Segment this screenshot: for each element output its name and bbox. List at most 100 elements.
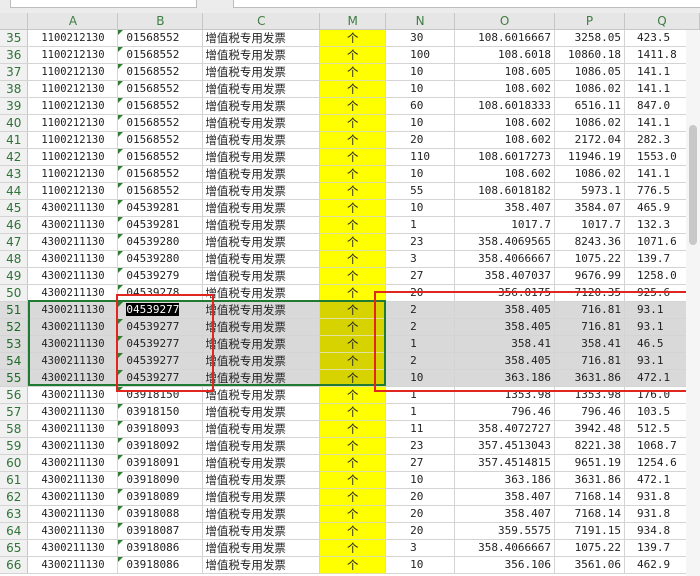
cell-a[interactable]: 1100212130 bbox=[27, 63, 119, 81]
column-header-p[interactable]: P bbox=[554, 13, 625, 30]
row-header[interactable]: 45 bbox=[0, 199, 29, 217]
cell-o[interactable]: 1353.98 bbox=[454, 386, 556, 404]
cell-o[interactable]: 108.6018182 bbox=[454, 182, 556, 200]
cell-a[interactable]: 4300211130 bbox=[27, 522, 119, 540]
row-header[interactable]: 40 bbox=[0, 114, 29, 132]
cell-o[interactable]: 1017.7 bbox=[454, 216, 556, 234]
cell-o[interactable]: 358.4072727 bbox=[454, 420, 556, 438]
cell-n[interactable]: 1 bbox=[385, 386, 456, 404]
row-header[interactable]: 57 bbox=[0, 403, 29, 421]
cell-b[interactable]: 01568552 bbox=[117, 80, 204, 98]
cell-m[interactable]: 个 bbox=[319, 284, 387, 302]
cell-c[interactable]: 增值税专用发票 bbox=[202, 505, 321, 523]
row-header[interactable]: 37 bbox=[0, 63, 29, 81]
row-header[interactable]: 62 bbox=[0, 488, 29, 506]
column-header-m[interactable]: M bbox=[319, 13, 387, 30]
cell-b[interactable]: 04539279 bbox=[117, 267, 204, 285]
cell-b[interactable]: 04539278 bbox=[117, 284, 204, 302]
cell-b[interactable]: 03918086 bbox=[117, 539, 204, 557]
name-box[interactable] bbox=[10, 0, 197, 8]
row-header[interactable]: 47 bbox=[0, 233, 29, 251]
cell-a[interactable]: 4300211130 bbox=[27, 386, 119, 404]
cell-c[interactable]: 增值税专用发票 bbox=[202, 556, 321, 574]
column-header-q[interactable]: Q bbox=[624, 13, 700, 30]
cell-p[interactable]: 3258.05 bbox=[554, 29, 625, 47]
cell-m[interactable]: 个 bbox=[319, 250, 387, 268]
cell-b[interactable]: 04539277 bbox=[117, 335, 204, 353]
cell-m[interactable]: 个 bbox=[319, 352, 387, 370]
cell-p[interactable]: 796.46 bbox=[554, 403, 625, 421]
cell-b[interactable]: 04539280 bbox=[117, 233, 204, 251]
row-header[interactable]: 41 bbox=[0, 131, 29, 149]
cell-o[interactable]: 363.186 bbox=[454, 369, 556, 387]
cell-b[interactable]: 01568552 bbox=[117, 29, 204, 47]
cell-n[interactable]: 10 bbox=[385, 80, 456, 98]
cell-c[interactable]: 增值税专用发票 bbox=[202, 318, 321, 336]
cell-c[interactable]: 增值税专用发票 bbox=[202, 284, 321, 302]
cell-a[interactable]: 4300211130 bbox=[27, 556, 119, 574]
cell-p[interactable]: 3584.07 bbox=[554, 199, 625, 217]
cell-b[interactable]: 01568552 bbox=[117, 46, 204, 64]
cell-n[interactable]: 1 bbox=[385, 403, 456, 421]
cell-m[interactable]: 个 bbox=[319, 471, 387, 489]
cell-o[interactable]: 358.407 bbox=[454, 505, 556, 523]
cell-n[interactable]: 10 bbox=[385, 199, 456, 217]
cell-p[interactable]: 7120.35 bbox=[554, 284, 625, 302]
row-header[interactable]: 55 bbox=[0, 369, 29, 387]
cell-p[interactable]: 9676.99 bbox=[554, 267, 625, 285]
cell-b[interactable]: 03918150 bbox=[117, 403, 204, 421]
cell-o[interactable]: 796.46 bbox=[454, 403, 556, 421]
cell-o[interactable]: 108.602 bbox=[454, 114, 556, 132]
cell-o[interactable]: 108.6018333 bbox=[454, 97, 556, 115]
cell-b[interactable]: 03918089 bbox=[117, 488, 204, 506]
cell-b[interactable]: 04539281 bbox=[117, 199, 204, 217]
cell-o[interactable]: 358.41 bbox=[454, 335, 556, 353]
cell-n[interactable]: 2 bbox=[385, 352, 456, 370]
cell-a[interactable]: 4300211130 bbox=[27, 488, 119, 506]
column-header-n[interactable]: N bbox=[385, 13, 456, 30]
cell-n[interactable]: 20 bbox=[385, 131, 456, 149]
formula-bar[interactable] bbox=[233, 0, 700, 8]
cell-p[interactable]: 1086.02 bbox=[554, 114, 625, 132]
cell-p[interactable]: 1075.22 bbox=[554, 539, 625, 557]
cell-a[interactable]: 1100212130 bbox=[27, 131, 119, 149]
row-header[interactable]: 51 bbox=[0, 301, 29, 319]
cell-o[interactable]: 357.4513043 bbox=[454, 437, 556, 455]
cell-a[interactable]: 4300211130 bbox=[27, 318, 119, 336]
row-header[interactable]: 52 bbox=[0, 318, 29, 336]
cell-b[interactable]: 01568552 bbox=[117, 97, 204, 115]
cell-a[interactable]: 1100212130 bbox=[27, 114, 119, 132]
cell-m[interactable]: 个 bbox=[319, 165, 387, 183]
cell-c[interactable]: 增值税专用发票 bbox=[202, 97, 321, 115]
cell-b[interactable]: 01568552 bbox=[117, 131, 204, 149]
cell-c[interactable]: 增值税专用发票 bbox=[202, 539, 321, 557]
row-header[interactable]: 63 bbox=[0, 505, 29, 523]
cell-c[interactable]: 增值税专用发票 bbox=[202, 199, 321, 217]
cell-a[interactable]: 4300211130 bbox=[27, 284, 119, 302]
cell-p[interactable]: 1017.7 bbox=[554, 216, 625, 234]
cell-p[interactable]: 1075.22 bbox=[554, 250, 625, 268]
cell-b[interactable]: 03918150 bbox=[117, 386, 204, 404]
vertical-scrollbar[interactable] bbox=[686, 30, 700, 576]
cell-b[interactable]: 01568552 bbox=[117, 114, 204, 132]
cell-n[interactable]: 2 bbox=[385, 318, 456, 336]
cell-b[interactable]: 04539280 bbox=[117, 250, 204, 268]
row-header[interactable]: 50 bbox=[0, 284, 29, 302]
cell-c[interactable]: 增值税专用发票 bbox=[202, 148, 321, 166]
row-header[interactable]: 65 bbox=[0, 539, 29, 557]
row-header[interactable]: 48 bbox=[0, 250, 29, 268]
cell-o[interactable]: 358.4069565 bbox=[454, 233, 556, 251]
cell-a[interactable]: 1100212130 bbox=[27, 182, 119, 200]
cell-o[interactable]: 108.6017273 bbox=[454, 148, 556, 166]
cell-b[interactable]: 03918086 bbox=[117, 556, 204, 574]
cell-p[interactable]: 716.81 bbox=[554, 352, 625, 370]
cell-n[interactable]: 2 bbox=[385, 301, 456, 319]
cell-c[interactable]: 增值税专用发票 bbox=[202, 420, 321, 438]
cell-c[interactable]: 增值税专用发票 bbox=[202, 369, 321, 387]
cell-m[interactable]: 个 bbox=[319, 539, 387, 557]
cell-o[interactable]: 358.407 bbox=[454, 488, 556, 506]
cell-b[interactable]: 03918092 bbox=[117, 437, 204, 455]
cell-c[interactable]: 增值税专用发票 bbox=[202, 131, 321, 149]
cell-n[interactable]: 27 bbox=[385, 267, 456, 285]
cell-o[interactable]: 108.605 bbox=[454, 63, 556, 81]
